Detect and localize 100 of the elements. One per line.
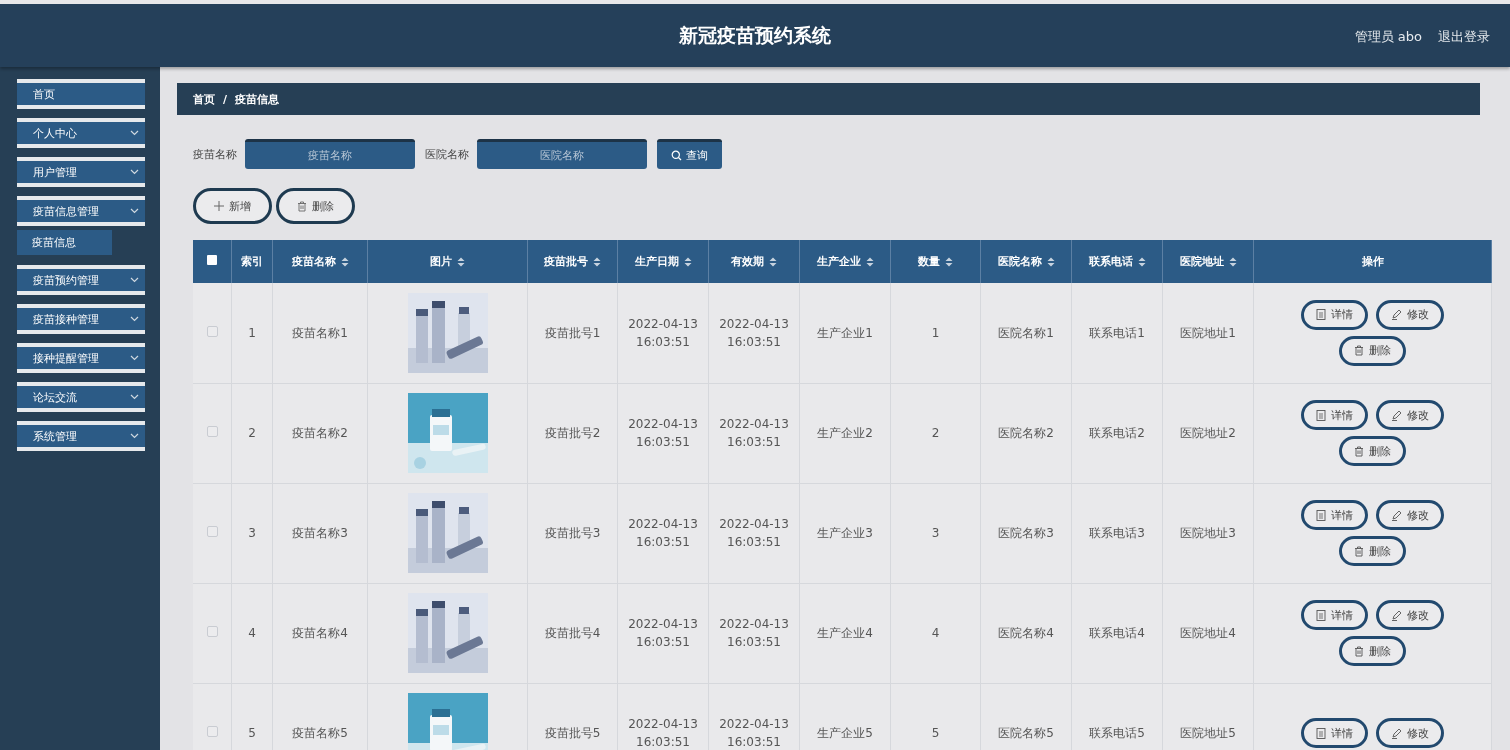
sort-icon[interactable]	[1046, 256, 1055, 267]
menu-item[interactable]: 疫苗预约管理	[17, 265, 145, 295]
details-button[interactable]: 详情	[1301, 600, 1368, 630]
table-cell-text: 4	[931, 625, 940, 642]
sort-icon[interactable]	[945, 256, 953, 267]
row-checkbox[interactable]	[206, 325, 218, 337]
row-checkbox[interactable]	[206, 526, 218, 537]
table-cell-text: 医院名称3	[998, 525, 1054, 542]
table-cell-text: 生产企业2	[817, 425, 873, 442]
table-cell-text: 医院名称1	[998, 324, 1054, 342]
menu-item[interactable]: 系统管理	[17, 421, 145, 451]
table-cell-text: 3	[931, 525, 940, 542]
delete-button[interactable]: 删除	[1339, 436, 1406, 466]
document-icon	[1316, 727, 1326, 739]
table-cell-text: 2022-04-13 16:03:51	[627, 315, 699, 351]
row-checkbox[interactable]	[206, 626, 218, 637]
table-cell-text: 疫苗批号1	[544, 324, 601, 342]
table-cell-text: 医院名称4	[998, 625, 1054, 642]
trash-icon	[1354, 645, 1364, 657]
select-all-checkbox[interactable]	[207, 255, 217, 265]
document-icon	[1316, 609, 1326, 621]
column-header[interactable]: 数量	[890, 240, 981, 283]
trash-icon	[1354, 445, 1364, 457]
edit-button[interactable]: 修改	[1376, 718, 1444, 748]
table-cell-text: 生产企业1	[817, 324, 873, 342]
menu-item[interactable]: 接种提醒管理	[17, 343, 145, 373]
table-cell-text: 1	[931, 324, 940, 342]
table-cell-text: 2022-04-13 16:03:51	[627, 616, 699, 651]
delete-button[interactable]: 删除	[1339, 335, 1406, 366]
sort-icon[interactable]	[593, 256, 601, 267]
row-checkbox[interactable]	[206, 426, 218, 437]
sort-icon[interactable]	[1228, 256, 1237, 267]
delete-button[interactable]: 删除	[1339, 536, 1406, 566]
table-cell-text: 疫苗名称2	[292, 425, 348, 442]
edit-button[interactable]: 修改	[1376, 299, 1444, 330]
column-header[interactable]: 图片	[367, 240, 528, 283]
delete-button[interactable]: 删除	[276, 188, 355, 224]
details-button[interactable]: 详情	[1301, 718, 1368, 748]
table-cell-text: 医院地址3	[1180, 525, 1236, 542]
column-header[interactable]: 生产企业	[799, 240, 891, 283]
sort-icon[interactable]	[769, 256, 777, 267]
table-cell-text: 2022-04-13 16:03:51	[718, 516, 790, 551]
pencil-icon	[1391, 409, 1402, 421]
menu-item[interactable]: 个人中心	[17, 118, 145, 148]
sort-icon[interactable]	[340, 256, 349, 267]
column-header[interactable]: 生产日期	[617, 240, 709, 283]
field-label: 疫苗名称	[193, 146, 237, 162]
submenu-item[interactable]: 疫苗信息	[17, 230, 112, 255]
user-label: 管理员 abo	[1354, 28, 1422, 46]
add-button[interactable]: 新增	[193, 188, 272, 224]
details-button[interactable]: 详情	[1301, 299, 1368, 330]
edit-button[interactable]: 修改	[1376, 600, 1444, 630]
table-cell-text: 生产企业4	[817, 625, 873, 642]
menu-item[interactable]: 论坛交流	[17, 382, 145, 412]
table-cell-text: 疫苗名称4	[292, 625, 348, 642]
document-icon	[1316, 309, 1326, 321]
delete-button[interactable]: 删除	[1339, 636, 1406, 666]
sort-icon[interactable]	[865, 256, 874, 267]
table-cell-text: 医院地址5	[1180, 725, 1236, 742]
logout-link[interactable]: 退出登录	[1438, 28, 1490, 46]
column-header[interactable]: 医院名称	[980, 240, 1072, 283]
column-header[interactable]: 疫苗批号	[527, 240, 618, 283]
menu-item[interactable]: 用户管理	[17, 157, 145, 187]
table-cell-text: 医院地址4	[1180, 625, 1236, 642]
field-label: 医院名称	[425, 146, 469, 162]
row-checkbox[interactable]	[206, 726, 218, 737]
menu-item[interactable]: 疫苗接种管理	[17, 304, 145, 334]
table-cell-text: 医院名称2	[998, 425, 1054, 442]
table-cell-text: 2	[248, 425, 256, 442]
details-button[interactable]: 详情	[1301, 500, 1368, 530]
search-icon	[671, 150, 682, 161]
column-header[interactable]: 有效期	[708, 240, 800, 283]
table-cell-text: 3	[248, 525, 256, 542]
breadcrumb-item[interactable]: 首页	[193, 91, 215, 107]
edit-button[interactable]: 修改	[1376, 400, 1444, 430]
table-cell-text: 医院地址2	[1180, 425, 1236, 442]
table-cell-text: 2022-04-13 16:03:51	[718, 416, 790, 451]
column-header[interactable]: 联系电话	[1071, 240, 1163, 283]
menu-item[interactable]: 首页	[17, 79, 145, 109]
table-cell-text: 疫苗名称3	[292, 525, 348, 542]
search-button[interactable]: 查询	[657, 139, 722, 169]
pencil-icon	[1391, 309, 1402, 321]
table-cell-text: 生产企业3	[817, 525, 873, 542]
details-button[interactable]: 详情	[1301, 400, 1368, 430]
table-cell-text: 5	[248, 725, 256, 742]
table-cell-text: 疫苗批号4	[544, 625, 601, 642]
document-icon	[1316, 409, 1326, 421]
search-field[interactable]: 疫苗名称	[245, 139, 415, 169]
search-field[interactable]: 医院名称	[477, 139, 647, 169]
column-header[interactable]: 医院地址	[1162, 240, 1254, 283]
sort-icon[interactable]	[683, 256, 692, 267]
table-cell-text: 疫苗名称5	[292, 725, 348, 742]
table-cell-text: 2	[931, 425, 940, 442]
sort-icon[interactable]	[457, 256, 465, 267]
edit-button[interactable]: 修改	[1376, 500, 1444, 530]
table-cell-text: 疫苗名称1	[292, 324, 348, 342]
table-cell-text: 联系电话3	[1089, 525, 1145, 542]
sort-icon[interactable]	[1137, 256, 1146, 267]
menu-item[interactable]: 疫苗信息管理	[17, 196, 145, 226]
column-header[interactable]: 疫苗名称	[272, 240, 368, 283]
